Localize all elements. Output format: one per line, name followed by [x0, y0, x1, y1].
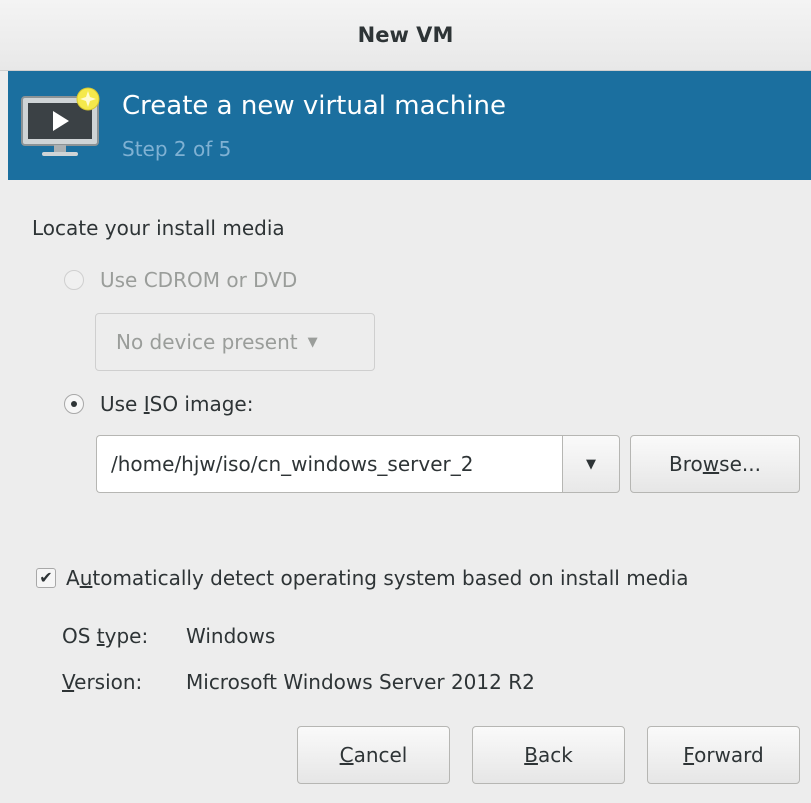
forward-button-label: Forward	[683, 743, 764, 767]
window-title: New VM	[357, 23, 454, 47]
auto-detect-os-option[interactable]: ✔ Automatically detect operating system …	[36, 566, 689, 590]
forward-button[interactable]: Forward	[647, 726, 800, 784]
cdrom-radio-label: Use CDROM or DVD	[100, 268, 298, 292]
os-type-label: OS type:	[62, 624, 149, 648]
cdrom-radio-option[interactable]: Use CDROM or DVD	[64, 268, 297, 292]
cancel-button[interactable]: Cancel	[297, 726, 450, 784]
browse-button[interactable]: Browse...	[630, 435, 800, 493]
iso-radio-option[interactable]: Use ISO image:	[64, 392, 253, 416]
auto-detect-checkbox[interactable]: ✔	[36, 568, 56, 588]
cdrom-device-value: No device present	[116, 330, 298, 354]
install-media-section-label: Locate your install media	[32, 216, 285, 240]
os-type-value: Windows	[186, 624, 276, 648]
iso-radio-button[interactable]	[64, 394, 84, 414]
cdrom-radio-button[interactable]	[64, 270, 84, 290]
wizard-title: Create a new virtual machine	[122, 91, 506, 121]
wizard-header-banner: Create a new virtual machine Step 2 of 5	[8, 71, 811, 180]
back-button-label: Back	[524, 743, 573, 767]
cdrom-device-dropdown[interactable]: No device present ▼	[95, 313, 375, 371]
iso-radio-label: Use ISO image:	[100, 392, 254, 416]
virtual-machine-monitor-icon	[21, 87, 100, 156]
checkmark-icon: ✔	[39, 568, 53, 587]
browse-button-label: Browse...	[669, 452, 761, 476]
back-button[interactable]: Back	[472, 726, 625, 784]
iso-path-combo-entry[interactable]: /home/hjw/iso/cn_windows_server_2	[96, 435, 562, 493]
cancel-button-label: Cancel	[339, 743, 408, 767]
wizard-step-indicator: Step 2 of 5	[122, 137, 232, 161]
chevron-down-icon: ▼	[586, 456, 596, 472]
chevron-down-icon: ▼	[307, 334, 318, 350]
window-titlebar: New VM	[0, 0, 811, 71]
auto-detect-label: Automatically detect operating system ba…	[66, 566, 689, 590]
iso-history-dropdown-button[interactable]: ▼	[562, 435, 620, 493]
iso-path-value: /home/hjw/iso/cn_windows_server_2	[111, 452, 474, 476]
version-value: Microsoft Windows Server 2012 R2	[186, 670, 535, 694]
version-label: Version:	[62, 670, 143, 694]
